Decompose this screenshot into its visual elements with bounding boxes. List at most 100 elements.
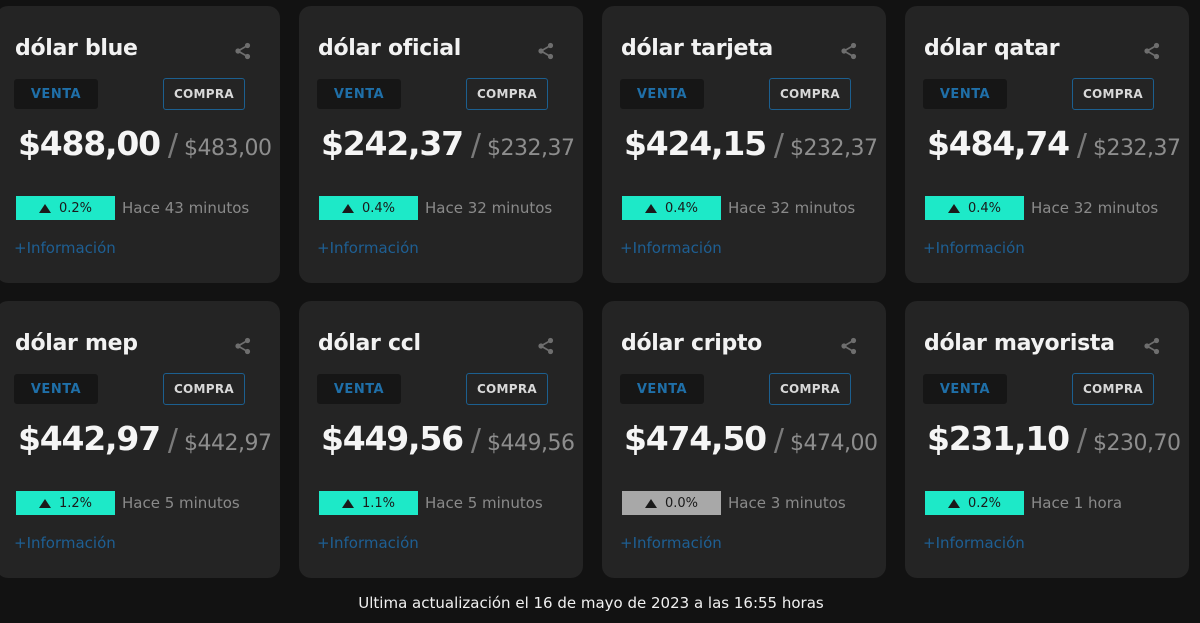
quote-title: dólar tarjeta	[621, 36, 773, 61]
venta-price: $449,56	[321, 419, 464, 458]
trend-up-icon	[341, 203, 354, 213]
updated-time: Hace 32 minutos	[1031, 199, 1159, 217]
last-update-footer: Ultima actualización el 16 de mayo de 20…	[358, 594, 824, 612]
change-percent: 1.2%	[58, 495, 93, 511]
price-separator: /	[1076, 128, 1088, 163]
price-row: $449,56 / $449,56	[321, 419, 575, 458]
compra-tab[interactable]: COMPRA	[769, 78, 851, 110]
compra-tab[interactable]: COMPRA	[769, 373, 851, 405]
more-info-link[interactable]: +Información	[923, 239, 1025, 257]
price-separator: /	[773, 128, 785, 163]
updated-time: Hace 32 minutos	[425, 199, 553, 217]
quote-title: dólar mayorista	[924, 331, 1115, 356]
venta-tab[interactable]: VENTA	[14, 374, 98, 404]
trend-up-icon	[341, 498, 354, 508]
venta-price: $442,97	[18, 419, 161, 458]
venta-tab[interactable]: VENTA	[317, 374, 401, 404]
trend-up-icon	[644, 498, 657, 508]
price-row: $424,15 / $232,37	[624, 124, 878, 163]
share-icon[interactable]	[1143, 42, 1161, 60]
quote-title: dólar qatar	[924, 36, 1060, 61]
venta-price: $424,15	[624, 124, 767, 163]
updated-time: Hace 43 minutos	[122, 199, 250, 217]
compra-tab[interactable]: COMPRA	[163, 78, 245, 110]
compra-tab[interactable]: COMPRA	[466, 373, 548, 405]
change-percent: 1.1%	[361, 495, 396, 511]
share-icon[interactable]	[840, 42, 858, 60]
price-row: $442,97 / $442,97	[18, 419, 272, 458]
quote-card: dólar mep VENTA COMPRA $442,97 / $442,97…	[0, 301, 280, 578]
quotes-grid: dólar blue VENTA COMPRA $488,00 / $483,0…	[0, 0, 1200, 623]
share-icon[interactable]	[537, 42, 555, 60]
price-row: $474,50 / $474,00	[624, 419, 878, 458]
compra-tab[interactable]: COMPRA	[466, 78, 548, 110]
quote-title: dólar mep	[15, 331, 138, 356]
venta-tab[interactable]: VENTA	[620, 374, 704, 404]
change-badge: 0.4%	[925, 196, 1024, 220]
quote-title: dólar oficial	[318, 36, 462, 61]
compra-tab[interactable]: COMPRA	[163, 373, 245, 405]
trend-up-icon	[947, 498, 960, 508]
more-info-link[interactable]: +Información	[14, 239, 116, 257]
venta-tab[interactable]: VENTA	[317, 79, 401, 109]
change-badge: 1.1%	[319, 491, 418, 515]
quote-card: dólar tarjeta VENTA COMPRA $424,15 / $23…	[602, 6, 886, 283]
change-percent: 0.4%	[664, 200, 699, 216]
change-badge: 0.4%	[622, 196, 721, 220]
price-row: $231,10 / $230,70	[927, 419, 1181, 458]
change-badge: 0.2%	[16, 196, 115, 220]
venta-tab[interactable]: VENTA	[923, 374, 1007, 404]
compra-price: $449,56	[487, 431, 575, 456]
trend-up-icon	[947, 203, 960, 213]
change-badge: 1.2%	[16, 491, 115, 515]
compra-price: $442,97	[184, 431, 272, 456]
price-row: $488,00 / $483,00	[18, 124, 272, 163]
price-separator: /	[1076, 423, 1088, 458]
change-percent: 0.0%	[664, 495, 699, 511]
more-info-link[interactable]: +Información	[317, 534, 419, 552]
change-badge: 0.2%	[925, 491, 1024, 515]
share-icon[interactable]	[234, 42, 252, 60]
price-separator: /	[773, 423, 785, 458]
more-info-link[interactable]: +Información	[317, 239, 419, 257]
updated-time: Hace 3 minutos	[728, 494, 846, 512]
compra-tab[interactable]: COMPRA	[1072, 78, 1154, 110]
venta-tab[interactable]: VENTA	[14, 79, 98, 109]
quote-title: dólar blue	[15, 36, 138, 61]
price-separator: /	[470, 128, 482, 163]
venta-tab[interactable]: VENTA	[923, 79, 1007, 109]
price-separator: /	[470, 423, 482, 458]
compra-price: $232,37	[487, 136, 575, 161]
venta-tab[interactable]: VENTA	[620, 79, 704, 109]
venta-price: $231,10	[927, 419, 1070, 458]
share-icon[interactable]	[537, 337, 555, 355]
updated-time: Hace 5 minutos	[122, 494, 240, 512]
compra-tab[interactable]: COMPRA	[1072, 373, 1154, 405]
venta-price: $484,74	[927, 124, 1070, 163]
price-separator: /	[167, 423, 179, 458]
compra-price: $232,37	[790, 136, 878, 161]
share-icon[interactable]	[234, 337, 252, 355]
change-percent: 0.2%	[967, 495, 1002, 511]
more-info-link[interactable]: +Información	[923, 534, 1025, 552]
more-info-link[interactable]: +Información	[620, 534, 722, 552]
quote-card: dólar oficial VENTA COMPRA $242,37 / $23…	[299, 6, 583, 283]
quote-card: dólar cripto VENTA COMPRA $474,50 / $474…	[602, 301, 886, 578]
venta-price: $474,50	[624, 419, 767, 458]
venta-price: $488,00	[18, 124, 161, 163]
updated-time: Hace 5 minutos	[425, 494, 543, 512]
venta-price: $242,37	[321, 124, 464, 163]
quote-card: dólar mayorista VENTA COMPRA $231,10 / $…	[905, 301, 1189, 578]
quote-title: dólar cripto	[621, 331, 762, 356]
compra-price: $230,70	[1093, 431, 1181, 456]
share-icon[interactable]	[840, 337, 858, 355]
updated-time: Hace 1 hora	[1031, 494, 1123, 512]
change-badge: 0.4%	[319, 196, 418, 220]
change-percent: 0.2%	[58, 200, 93, 216]
quote-card: dólar qatar VENTA COMPRA $484,74 / $232,…	[905, 6, 1189, 283]
compra-price: $232,37	[1093, 136, 1181, 161]
more-info-link[interactable]: +Información	[620, 239, 722, 257]
change-percent: 0.4%	[967, 200, 1002, 216]
share-icon[interactable]	[1143, 337, 1161, 355]
more-info-link[interactable]: +Información	[14, 534, 116, 552]
